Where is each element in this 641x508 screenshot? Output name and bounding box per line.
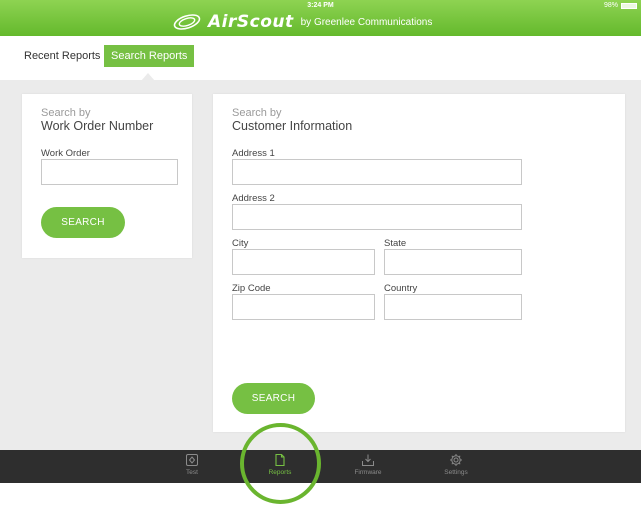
search-content: Search by Work Order Number Work Order S… [0,80,641,450]
tabbar-item-settings[interactable]: Settings [431,453,481,476]
battery-percent: 98% [603,2,618,9]
work-order-card: Search by Work Order Number Work Order S… [22,94,192,258]
status-time: 3:24 PM [307,2,334,9]
address1-input[interactable] [232,159,522,185]
tabbar-item-test[interactable]: Test [167,453,217,476]
tab-search-reports[interactable]: Search Reports [104,45,195,67]
customer-search-button[interactable]: SEARCH [232,383,315,414]
active-tab-pointer [141,73,155,81]
work-order-card-title: Work Order Number [41,119,154,133]
customer-card-title: Customer Information [232,119,353,133]
brand: AirScout by Greenlee Communications [172,11,432,33]
tabbar-item-firmware[interactable]: Firmware [343,453,393,476]
customer-card-subtitle: Search by [232,107,282,119]
state-label: State [384,238,407,249]
battery-icon [621,2,637,9]
brand-name: AirScout [208,12,294,32]
work-order-card-subtitle: Search by [41,107,91,119]
address1-label: Address 1 [232,148,275,159]
report-tabs: Recent Reports Search Reports [0,36,641,76]
tabbar-label-settings: Settings [444,469,468,476]
brand-subtitle: by Greenlee Communications [300,16,433,28]
reports-highlight-circle [240,423,321,504]
tab-recent-reports[interactable]: Recent Reports [17,45,107,67]
settings-icon [450,454,462,466]
work-order-input[interactable] [41,159,178,185]
work-order-search-button[interactable]: SEARCH [41,207,125,238]
city-input[interactable] [232,249,375,275]
app-header: 3:24 PM 98% AirScout by Greenlee Communi… [0,0,641,36]
address2-input[interactable] [232,204,522,230]
customer-info-card: Search by Customer Information Address 1… [213,94,625,432]
address2-label: Address 2 [232,193,275,204]
zip-code-label: Zip Code [232,283,271,294]
test-icon [186,454,198,466]
status-battery: 98% [604,2,637,9]
country-label: Country [384,283,418,294]
work-order-label: Work Order [41,148,90,159]
tabbar-label-test: Test [186,469,198,476]
firmware-icon [362,454,374,466]
below-tabbar-area [0,483,641,508]
app-window: 3:24 PM 98% AirScout by Greenlee Communi… [0,0,641,508]
state-input[interactable] [384,249,522,275]
zip-code-input[interactable] [232,294,375,320]
city-label: City [232,238,249,249]
airscout-logo-icon [173,14,201,30]
tabbar-label-firmware: Firmware [354,469,382,476]
country-input[interactable] [384,294,522,320]
